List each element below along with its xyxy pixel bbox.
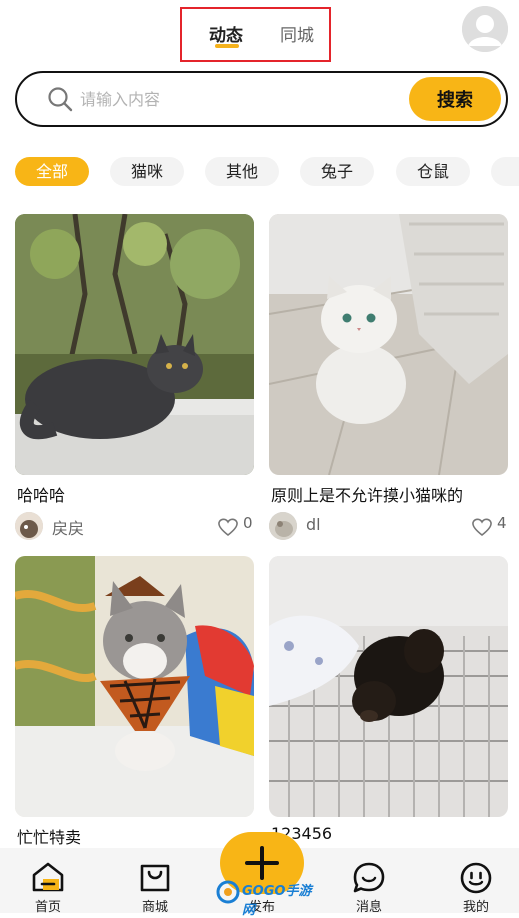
author-avatar[interactable] <box>269 512 297 540</box>
like-count: 4 <box>497 514 507 532</box>
author-name[interactable]: 戻戻 <box>52 515 84 539</box>
author-avatar[interactable] <box>15 512 43 540</box>
post-meta: dl 4 <box>269 512 508 540</box>
nav-profile[interactable]: 我的 <box>446 848 506 915</box>
publish-button[interactable] <box>220 832 304 894</box>
tab-nearby[interactable]: 同城 <box>280 21 314 46</box>
nav-home[interactable]: 首页 <box>18 848 78 915</box>
nav-home-label: 首页 <box>34 900 61 915</box>
search-button[interactable]: 搜索 <box>409 77 501 121</box>
chip-other[interactable]: 其他 <box>205 157 279 186</box>
user-avatar-icon[interactable] <box>462 6 508 52</box>
nav-shop-label: 商城 <box>141 900 168 915</box>
chip-cats[interactable]: 猫咪 <box>110 157 184 186</box>
post-photo[interactable] <box>15 556 254 817</box>
active-tab-indicator <box>215 44 239 48</box>
heart-icon[interactable] <box>217 517 239 541</box>
post-meta: 戻戻 0 <box>15 512 254 540</box>
nav-publish-label: 发布 <box>248 900 275 915</box>
author-name[interactable]: dl <box>306 515 321 534</box>
post-title: 原则上是不允许摸小猫咪的 <box>271 486 464 505</box>
nav-profile-label: 我的 <box>462 900 489 915</box>
chip-hamsters[interactable]: 仓鼠 <box>396 157 470 186</box>
post-photo[interactable] <box>15 214 254 475</box>
search-icon <box>47 86 73 116</box>
header-tabs-highlight: 动态 同城 <box>180 7 331 62</box>
search-input[interactable] <box>80 86 400 112</box>
nav-messages-label: 消息 <box>355 900 382 915</box>
nav-shop[interactable]: 商城 <box>125 848 185 915</box>
chip-more[interactable] <box>491 157 519 186</box>
tab-feed[interactable]: 动态 <box>209 21 243 46</box>
nav-messages[interactable]: 消息 <box>339 848 399 915</box>
chip-rabbits[interactable]: 兔子 <box>300 157 374 186</box>
post-photo[interactable] <box>269 214 508 475</box>
post-title: 123456 <box>271 824 333 843</box>
like-count: 0 <box>243 514 253 532</box>
post-photo[interactable] <box>269 556 508 817</box>
post-title: 哈哈哈 <box>17 486 66 505</box>
heart-icon[interactable] <box>471 517 493 541</box>
category-chips: 全部 猫咪 其他 兔子 仓鼠 <box>0 157 519 187</box>
search-bar: 搜索 <box>15 71 508 127</box>
chip-all[interactable]: 全部 <box>15 157 89 186</box>
